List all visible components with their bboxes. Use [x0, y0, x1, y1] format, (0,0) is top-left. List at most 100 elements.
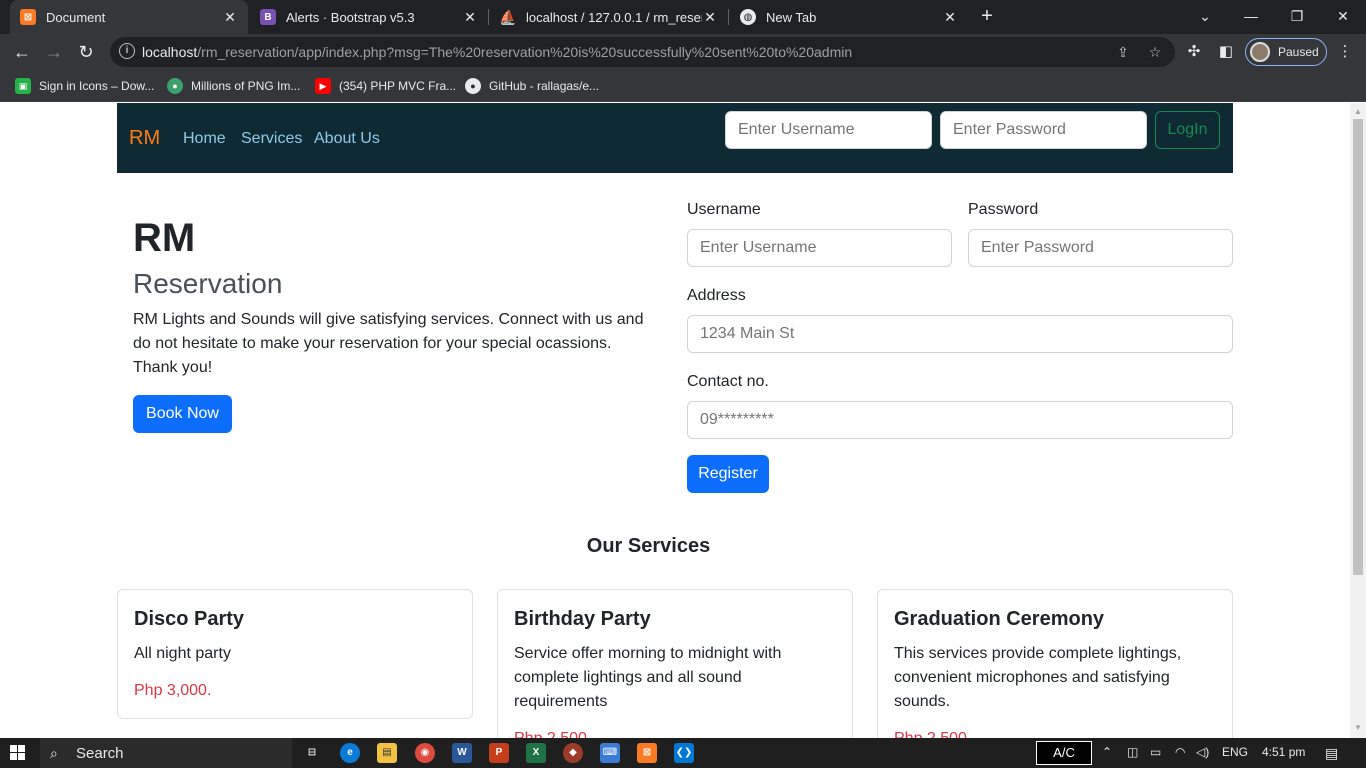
keyboard-icon[interactable]: ⌨	[600, 743, 620, 763]
scroll-down-icon[interactable]: ▼	[1354, 723, 1362, 732]
login-button[interactable]: LogIn	[1155, 111, 1220, 149]
tab-bootstrap[interactable]: B Alerts · Bootstrap v5.3 ✕	[250, 0, 488, 34]
tray-device-icon[interactable]: ◫	[1127, 745, 1138, 759]
restore-button[interactable]: ❐	[1274, 0, 1320, 34]
vscode-icon[interactable]: ❮❯	[674, 743, 694, 763]
tab-new-tab[interactable]: ◍ New Tab ✕	[730, 0, 968, 34]
powerpoint-icon[interactable]: P	[489, 743, 509, 763]
browser-toolbar: ← → ↻ i localhost/rm_reservation/app/ind…	[0, 34, 1366, 70]
card-price: Php 2,500.	[894, 730, 1216, 738]
register-button[interactable]: Register	[687, 455, 769, 493]
windows-start-icon[interactable]	[10, 745, 26, 761]
reload-icon[interactable]: ↻	[74, 40, 98, 64]
bookmark-png-images[interactable]: ● Millions of PNG Im...	[167, 77, 300, 95]
navbar-username-input[interactable]	[725, 111, 932, 149]
bookmark-sign-in-icons[interactable]: ▣ Sign in Icons – Dow...	[15, 77, 154, 95]
address-bar[interactable]: i localhost/rm_reservation/app/index.php…	[110, 37, 1175, 67]
username-field[interactable]	[687, 229, 952, 267]
tab-label: Document	[46, 9, 106, 25]
bookmark-youtube[interactable]: ▶ (354) PHP MVC Fra...	[315, 77, 456, 95]
bookmark-github[interactable]: ● GitHub - rallagas/e...	[465, 77, 599, 95]
file-explorer-icon[interactable]: ▤	[377, 743, 397, 763]
navbar-password-input[interactable]	[940, 111, 1147, 149]
chrome-icon[interactable]: ◉	[415, 743, 435, 763]
edge-icon[interactable]: e	[340, 743, 360, 763]
globe-icon: ◍	[740, 9, 756, 25]
tab-separator	[488, 9, 489, 25]
tray-chevron-icon[interactable]: ⌃	[1102, 745, 1112, 759]
bootstrap-icon: B	[260, 9, 276, 25]
book-now-button[interactable]: Book Now	[133, 395, 232, 433]
scroll-up-icon[interactable]: ▲	[1354, 107, 1362, 116]
site-info-icon[interactable]: i	[119, 43, 135, 59]
profile-status: Paused	[1278, 45, 1319, 59]
browser-tab-strip: ⊠ Document ✕ B Alerts · Bootstrap v5.3 ✕…	[0, 0, 1366, 34]
nav-about-us[interactable]: About Us	[314, 130, 380, 148]
card-text: This services provide complete lightings…	[894, 645, 1182, 710]
forward-icon[interactable]: →	[42, 40, 66, 64]
new-tab-button[interactable]: +	[976, 5, 998, 27]
tab-label: Alerts · Bootstrap v5.3	[286, 9, 415, 25]
tab-phpmyadmin[interactable]: ⛵ localhost / 127.0.0.1 / rm_reserva ✕	[490, 0, 728, 34]
bookmark-label: (354) PHP MVC Fra...	[339, 79, 457, 93]
bookmark-label: Millions of PNG Im...	[191, 79, 301, 93]
card-title: Graduation Ceremony	[894, 608, 1105, 630]
bookmark-star-icon[interactable]: ☆	[1146, 43, 1164, 61]
url-host: localhost	[142, 44, 198, 60]
contact-field[interactable]	[687, 401, 1233, 439]
icons8-icon: ▣	[15, 78, 31, 94]
notification-icon[interactable]: ▤	[1325, 745, 1338, 762]
app-icon[interactable]: ◆	[563, 743, 583, 763]
card-title: Birthday Party	[514, 608, 651, 630]
address-label: Address	[687, 287, 746, 304]
tab-document[interactable]: ⊠ Document ✕	[10, 0, 248, 34]
wifi-icon[interactable]: ◠	[1175, 745, 1185, 759]
share-icon[interactable]: ⇪	[1114, 43, 1132, 61]
close-icon[interactable]: ✕	[702, 9, 718, 26]
back-icon[interactable]: ←	[10, 40, 34, 64]
extensions-icon[interactable]: ✣	[1184, 42, 1204, 62]
close-icon[interactable]: ✕	[222, 9, 238, 26]
tab-label: localhost / 127.0.0.1 / rm_reserva	[526, 9, 702, 25]
card-text: All night party	[134, 645, 231, 662]
taskbar-search-label: Search	[76, 744, 124, 762]
close-icon[interactable]: ✕	[942, 9, 958, 26]
clock[interactable]: 4:51 pm	[1262, 745, 1305, 759]
password-field[interactable]	[968, 229, 1233, 267]
search-icon: ⌕	[50, 745, 58, 761]
tab-separator	[728, 9, 729, 25]
card-title: Disco Party	[134, 608, 245, 630]
card-text: Service offer morning to midnight with c…	[514, 645, 782, 710]
ac-label[interactable]: A/C	[1036, 741, 1092, 765]
nav-services[interactable]: Services	[241, 130, 302, 148]
kebab-menu-icon[interactable]: ⋮	[1335, 42, 1355, 62]
username-label: Username	[687, 201, 761, 218]
pngtree-icon: ●	[167, 78, 183, 94]
address-field[interactable]	[687, 315, 1233, 353]
site-brand[interactable]: RM	[129, 127, 160, 150]
profile-button[interactable]: Paused	[1245, 38, 1327, 66]
task-view-icon[interactable]: ⊟	[302, 743, 322, 763]
side-panel-icon[interactable]: ◧	[1216, 42, 1236, 62]
tab-search-chevron-icon[interactable]: ⌄	[1182, 0, 1228, 34]
volume-icon[interactable]: ◁)	[1196, 745, 1209, 759]
taskbar-search[interactable]: ⌕ Search	[40, 738, 292, 768]
phpmyadmin-icon: ⛵	[499, 8, 517, 25]
close-window-button[interactable]: ✕	[1320, 0, 1366, 34]
close-icon[interactable]: ✕	[462, 9, 478, 26]
url-text[interactable]: localhost/rm_reservation/app/index.php?m…	[142, 44, 852, 60]
scroll-thumb[interactable]	[1353, 119, 1363, 575]
excel-icon[interactable]: X	[526, 743, 546, 763]
battery-icon[interactable]: ▭	[1150, 745, 1161, 759]
word-icon[interactable]: W	[452, 743, 472, 763]
minimize-button[interactable]: —	[1228, 0, 1274, 34]
xampp-icon[interactable]: ⊠	[637, 743, 657, 763]
card-price: Php 3,000.	[134, 682, 212, 699]
nav-home[interactable]: Home	[183, 130, 226, 148]
github-icon: ●	[465, 78, 481, 94]
bookmark-label: Sign in Icons – Dow...	[39, 79, 155, 93]
xampp-icon: ⊠	[20, 9, 36, 25]
services-heading: Our Services	[586, 535, 711, 557]
language-indicator[interactable]: ENG	[1222, 745, 1248, 759]
page-scrollbar[interactable]: ▲ ▼	[1350, 103, 1366, 738]
